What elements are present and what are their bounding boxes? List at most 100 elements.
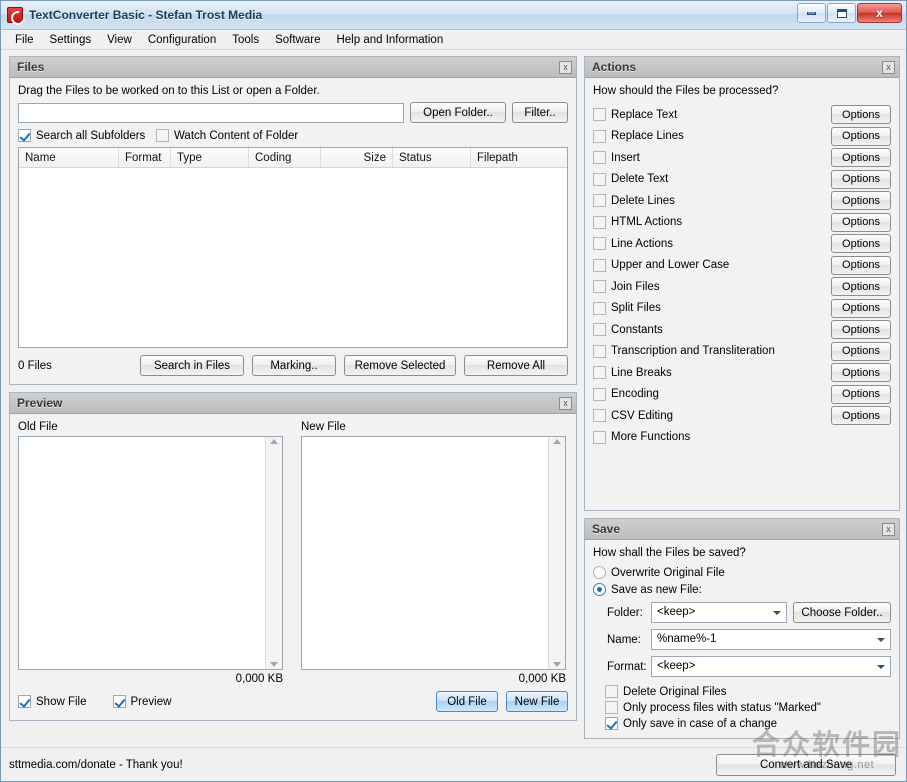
actions-panel-close-icon[interactable]: x: [882, 60, 895, 74]
menu-item-help[interactable]: Help and Information: [328, 32, 451, 48]
new-file-text[interactable]: [302, 437, 548, 669]
folder-label: Folder:: [607, 606, 643, 619]
close-button[interactable]: x: [857, 3, 902, 23]
action-checkbox-html-actions[interactable]: HTML Actions: [593, 215, 831, 229]
files-list-rows[interactable]: [19, 168, 567, 347]
maximize-button[interactable]: [827, 3, 856, 23]
column-header-type[interactable]: Type: [171, 148, 249, 167]
action-checkbox-split-files[interactable]: Split Files: [593, 301, 831, 315]
column-header-size[interactable]: Size: [321, 148, 393, 167]
folder-combobox[interactable]: <keep>: [651, 602, 787, 623]
old-file-scrollbar[interactable]: [265, 437, 282, 669]
options-button[interactable]: Options: [831, 320, 891, 339]
new-file-button[interactable]: New File: [506, 691, 568, 712]
action-checkbox-more-functions[interactable]: More Functions: [593, 430, 891, 444]
action-checkbox-insert[interactable]: Insert: [593, 151, 831, 164]
action-checkbox-encoding[interactable]: Encoding: [593, 387, 831, 401]
checkbox-unchecked-icon: [593, 430, 606, 444]
options-button[interactable]: Options: [831, 255, 891, 275]
action-checkbox-line-actions[interactable]: Line Actions: [593, 237, 831, 250]
action-row: Line Actions Options: [593, 233, 891, 254]
action-checkbox-join-files[interactable]: Join Files: [593, 280, 831, 293]
format-combobox[interactable]: <keep>: [651, 656, 891, 677]
action-row: Replace Lines Options: [593, 126, 891, 147]
search-all-subfolders-checkbox[interactable]: Search all Subfolders: [18, 129, 156, 142]
options-button[interactable]: Options: [831, 148, 891, 167]
action-checkbox-replace-text[interactable]: Replace Text: [593, 108, 831, 121]
action-checkbox-delete-text[interactable]: Delete Text: [593, 172, 831, 186]
files-path-input[interactable]: [18, 102, 404, 123]
show-file-checkbox[interactable]: Show File: [18, 695, 87, 708]
column-header-filepath[interactable]: Filepath: [471, 148, 567, 167]
search-in-files-button[interactable]: Search in Files: [140, 355, 244, 376]
marking-button[interactable]: Marking..: [252, 355, 336, 376]
preview-panel-close-icon[interactable]: x: [559, 396, 572, 410]
name-field-row: Name: %name%-1: [593, 629, 891, 650]
menu-item-tools[interactable]: Tools: [224, 32, 267, 48]
action-checkbox-csv-editing[interactable]: CSV Editing: [593, 409, 831, 422]
column-header-coding[interactable]: Coding: [249, 148, 321, 167]
options-button[interactable]: Options: [831, 384, 891, 404]
new-file-scrollbar[interactable]: [548, 437, 565, 669]
save-panel-close-icon[interactable]: x: [882, 522, 895, 536]
action-checkbox-line-breaks[interactable]: Line Breaks: [593, 366, 831, 379]
old-file-text[interactable]: [19, 437, 265, 669]
menu-item-configuration[interactable]: Configuration: [140, 32, 224, 48]
only-marked-checkbox[interactable]: Only process files with status "Marked": [605, 701, 891, 714]
files-list-header: Name Format Type Coding Size Status File…: [19, 148, 567, 168]
scroll-down-icon[interactable]: [270, 662, 278, 667]
filter-button[interactable]: Filter..: [512, 102, 568, 123]
action-label: Transcription and Transliteration: [611, 345, 775, 357]
watch-content-of-folder-checkbox[interactable]: Watch Content of Folder: [156, 129, 298, 142]
options-button[interactable]: Options: [831, 191, 891, 210]
options-button[interactable]: Options: [831, 126, 891, 146]
action-checkbox-upper-and-lower-case[interactable]: Upper and Lower Case: [593, 258, 831, 272]
checkbox-unchecked-icon: [605, 701, 618, 714]
files-panel-close-icon[interactable]: x: [559, 60, 572, 74]
column-header-status[interactable]: Status: [393, 148, 471, 167]
column-header-format[interactable]: Format: [119, 148, 171, 167]
files-list[interactable]: Name Format Type Coding Size Status File…: [18, 147, 568, 348]
status-text[interactable]: sttmedia.com/donate - Thank you!: [9, 759, 183, 771]
options-button[interactable]: Options: [831, 277, 891, 296]
new-file-textarea[interactable]: [301, 436, 566, 670]
convert-and-save-button[interactable]: Convert and Save: [716, 754, 896, 776]
name-combobox[interactable]: %name%-1: [651, 629, 891, 650]
overwrite-original-radio[interactable]: Overwrite Original File: [593, 566, 891, 579]
options-button[interactable]: Options: [831, 363, 891, 382]
menu-item-file[interactable]: File: [7, 32, 42, 48]
action-label: Replace Text: [611, 108, 678, 121]
minimize-button[interactable]: [797, 3, 826, 23]
options-button[interactable]: Options: [831, 298, 891, 318]
delete-original-files-checkbox[interactable]: Delete Original Files: [605, 685, 891, 698]
remove-all-button[interactable]: Remove All: [464, 355, 568, 376]
options-button[interactable]: Options: [831, 169, 891, 189]
delete-original-files-label: Delete Original Files: [623, 685, 727, 698]
old-file-button[interactable]: Old File: [436, 691, 498, 712]
action-checkbox-replace-lines[interactable]: Replace Lines: [593, 129, 831, 143]
save-as-new-radio[interactable]: Save as new File:: [593, 583, 891, 596]
checkbox-checked-icon: [605, 717, 618, 730]
preview-checkbox[interactable]: Preview: [112, 695, 171, 708]
remove-selected-button[interactable]: Remove Selected: [344, 355, 456, 376]
only-on-change-checkbox[interactable]: Only save in case of a change: [605, 717, 891, 730]
scroll-down-icon[interactable]: [553, 662, 561, 667]
choose-folder-button[interactable]: Choose Folder..: [793, 602, 891, 623]
menu-item-settings[interactable]: Settings: [42, 32, 100, 48]
options-button[interactable]: Options: [831, 234, 891, 253]
old-file-textarea[interactable]: [18, 436, 283, 670]
scroll-up-icon[interactable]: [553, 439, 561, 444]
scroll-up-icon[interactable]: [270, 439, 278, 444]
open-folder-button[interactable]: Open Folder..: [410, 102, 506, 123]
options-button[interactable]: Options: [831, 105, 891, 124]
menu-item-software[interactable]: Software: [267, 32, 328, 48]
menu-item-view[interactable]: View: [99, 32, 140, 48]
options-button[interactable]: Options: [831, 212, 891, 232]
action-checkbox-delete-lines[interactable]: Delete Lines: [593, 194, 831, 207]
action-checkbox-constants[interactable]: Constants: [593, 323, 831, 336]
files-count-label: 0 Files: [18, 359, 52, 372]
options-button[interactable]: Options: [831, 341, 891, 361]
action-checkbox-transcription-and-transliteration[interactable]: Transcription and Transliteration: [593, 344, 831, 358]
options-button[interactable]: Options: [831, 406, 891, 425]
column-header-name[interactable]: Name: [19, 148, 119, 167]
